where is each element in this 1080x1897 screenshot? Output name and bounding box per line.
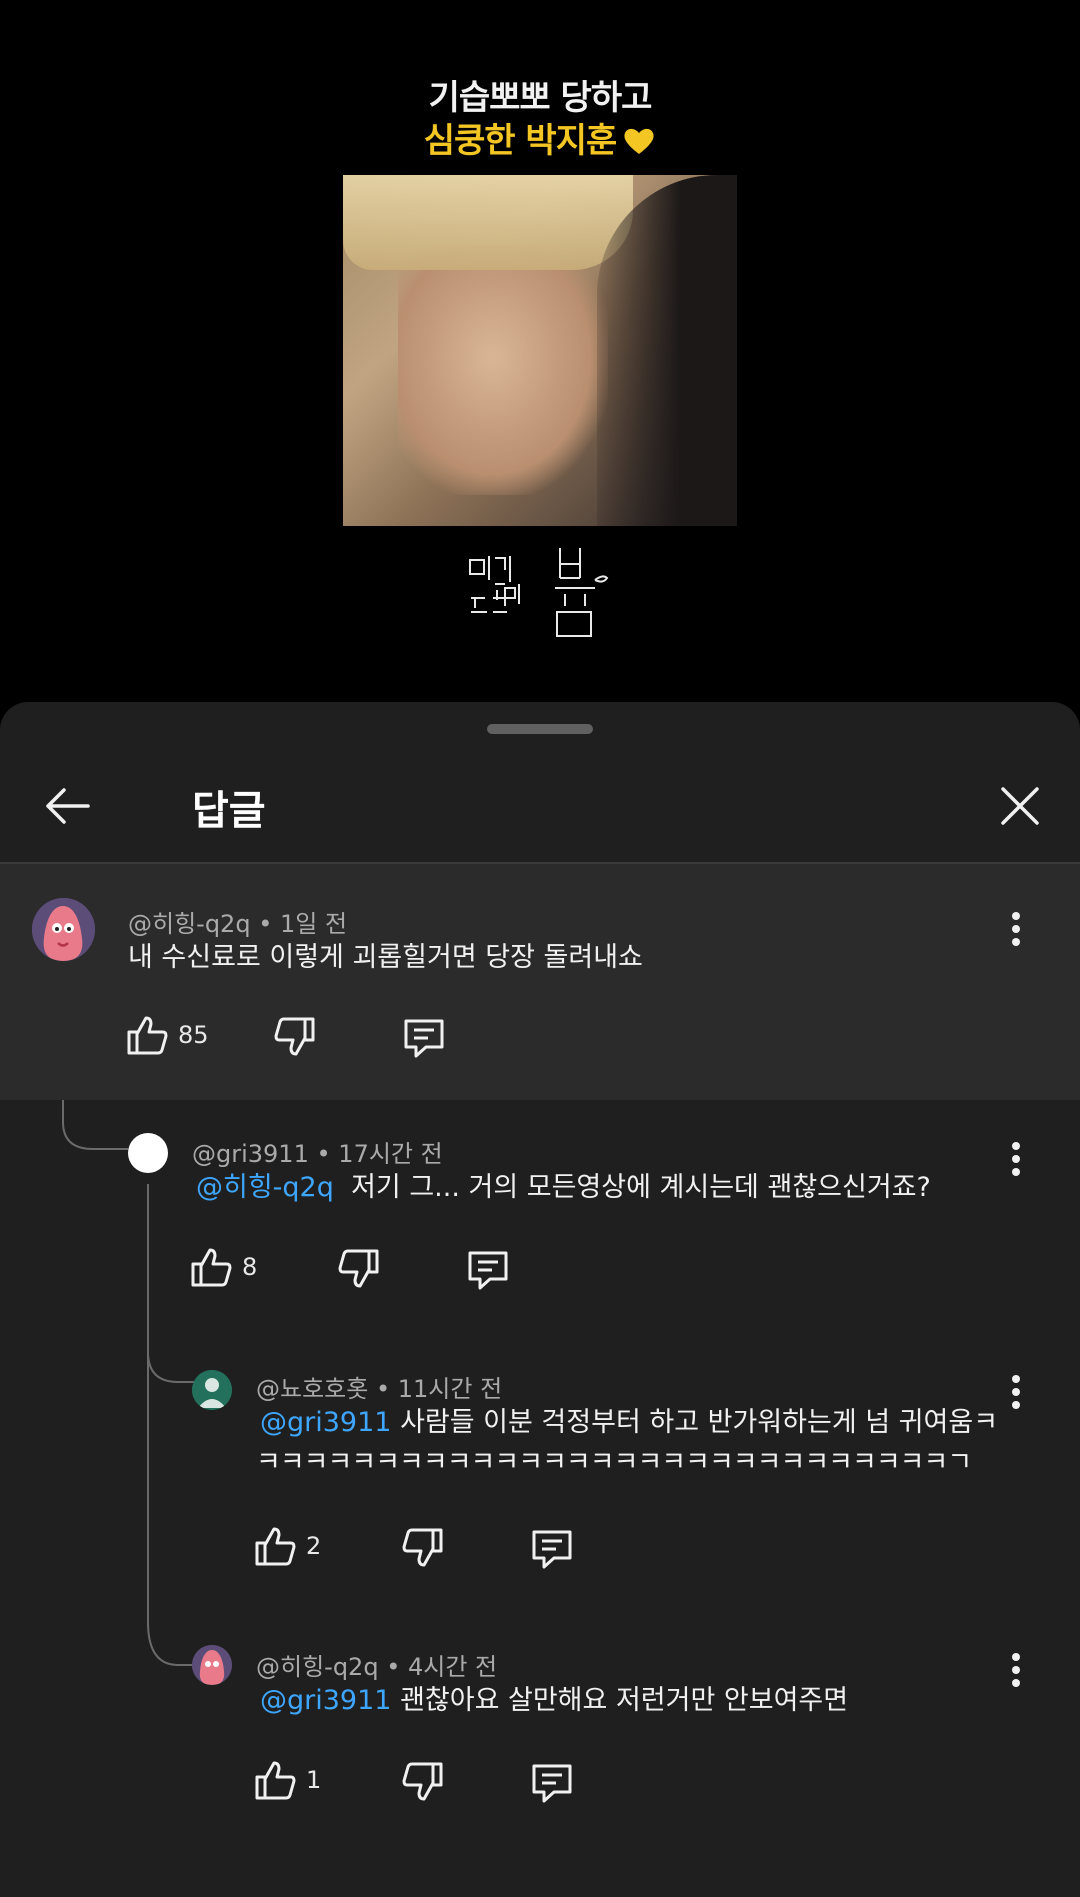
drama-logo — [469, 548, 609, 637]
thumb-up-icon — [255, 1527, 296, 1566]
separator-dot: • — [258, 910, 273, 938]
comment-text: 괜찮아요 살만해요 저런거만 안보여주면 — [400, 1685, 849, 1716]
more-vert-icon — [1012, 1653, 1020, 1687]
like-button[interactable]: 8 — [190, 1246, 257, 1288]
avatar[interactable] — [192, 1645, 232, 1685]
more-vert-icon — [1012, 1142, 1020, 1176]
video-caption-line2: 심쿵한 박지훈 — [0, 113, 1080, 165]
more-options-button[interactable] — [996, 904, 1036, 954]
video-player[interactable]: 기습뽀뽀 당하고 심쿵한 박지훈 — [0, 0, 1080, 700]
video-frame-face — [398, 245, 608, 495]
comment-time: 17시간 전 — [338, 1140, 443, 1168]
separator-dot: • — [386, 1653, 401, 1681]
comment-text-line: @gri3911 사람들 이분 걱정부터 하고 반가워하는게 넘 귀여움ㅋ — [260, 1403, 998, 1443]
thumb-up-icon — [191, 1248, 232, 1287]
dislike-button[interactable] — [402, 1527, 444, 1569]
reply-comment[interactable]: @히힝-q2q • 4시간 전 @gri3911 괜찮아요 살만해요 저런거만 … — [0, 1635, 1080, 1897]
reply-comment[interactable]: @뇨호호홋 • 11시간 전 @gri3911 사람들 이분 걱정부터 하고 반… — [0, 1335, 1080, 1635]
dislike-button[interactable] — [338, 1248, 380, 1290]
reply-button[interactable] — [466, 1248, 510, 1292]
like-count: 1 — [306, 1766, 322, 1794]
more-vert-icon — [1012, 912, 1020, 946]
video-caption-line1: 기습뽀뽀 당하고 — [428, 78, 653, 118]
comment-author-line: @히힝-q2q • 4시간 전 — [256, 1647, 497, 1682]
comment-author[interactable]: @히힝-q2q — [128, 910, 251, 938]
like-button[interactable]: 85 — [126, 1014, 209, 1056]
comment-author[interactable]: @gri3911 — [192, 1140, 309, 1168]
like-button[interactable]: 2 — [254, 1525, 321, 1567]
comment-text: 사람들 이분 걱정부터 하고 반가워하는게 넘 귀여움ㅋ — [400, 1407, 999, 1438]
thumb-down-icon — [274, 1017, 315, 1056]
separator-dot: • — [375, 1375, 391, 1403]
more-options-button[interactable] — [996, 1645, 1036, 1695]
comment-text: 내 수신료로 이렇게 괴롭힐거면 당장 돌려내쇼 — [128, 942, 643, 973]
video-frame-shadow — [597, 175, 737, 526]
comment-author-line: @히힝-q2q • 1일 전 — [128, 904, 347, 939]
comment-author[interactable]: @히힝-q2q — [256, 1653, 379, 1681]
like-button[interactable]: 1 — [254, 1759, 321, 1801]
dislike-button[interactable] — [402, 1761, 444, 1803]
dislike-button[interactable] — [274, 1016, 316, 1058]
avatar[interactable] — [192, 1370, 232, 1410]
reply-icon — [532, 1530, 572, 1569]
comment-author-line: @뇨호호홋 • 11시간 전 — [256, 1369, 502, 1404]
reply-icon — [468, 1251, 508, 1290]
replies-sheet: 답글 @히힝-q2q • 1일 전 내 수신료로 이렇게 괴롭힐거면 당장 돌려… — [0, 702, 1080, 1897]
thumb-down-icon — [338, 1249, 379, 1288]
thumb-up-icon — [127, 1016, 168, 1055]
reply-button[interactable] — [402, 1016, 446, 1060]
more-options-button[interactable] — [996, 1134, 1036, 1184]
mention-link[interactable]: @gri3911 — [260, 1685, 391, 1716]
like-count: 8 — [242, 1253, 258, 1281]
comment-time: 11시간 전 — [397, 1375, 503, 1403]
mention-link[interactable]: @히힝-q2q — [196, 1172, 334, 1203]
more-options-button[interactable] — [996, 1367, 1036, 1417]
reply-comment[interactable]: @gri3911 • 17시간 전 @히힝-q2q 저기 그... 거의 모든영… — [0, 1100, 1080, 1335]
reply-icon — [404, 1019, 444, 1058]
thumb-down-icon — [402, 1762, 443, 1801]
reply-button[interactable] — [530, 1761, 574, 1805]
comment-time: 1일 전 — [280, 910, 348, 938]
comment-text-line: @gri3911 괜찮아요 살만해요 저런거만 안보여주면 — [260, 1681, 848, 1721]
comment-text-line: @히힝-q2q 저기 그... 거의 모든영상에 계시는데 괜찮으신거죠? — [196, 1168, 931, 1208]
comment-text: 저기 그... 거의 모든영상에 계시는데 괜찮으신거죠? — [351, 1172, 931, 1203]
avatar[interactable] — [128, 1133, 168, 1173]
avatar[interactable] — [32, 898, 95, 961]
parent-comment[interactable]: @히힝-q2q • 1일 전 내 수신료로 이렇게 괴롭힐거면 당장 돌려내쇼 … — [0, 864, 1080, 1100]
heart-icon — [622, 125, 656, 165]
mention-link[interactable]: @gri3911 — [260, 1407, 391, 1438]
like-count: 2 — [306, 1532, 322, 1560]
thumb-down-icon — [402, 1528, 443, 1567]
comment-text-continued: ㅋㅋㅋㅋㅋㅋㅋㅋㅋㅋㅋㅋㅋㅋㅋㅋㅋㅋㅋㅋㅋㅋㅋㅋㅋㅋㅋㅋㅋㄱ — [256, 1447, 972, 1478]
thumb-up-icon — [255, 1761, 296, 1800]
reply-icon — [532, 1764, 572, 1803]
separator-dot: • — [316, 1140, 331, 1168]
video-caption-line2-text: 심쿵한 박지훈 — [423, 121, 618, 161]
like-count: 85 — [178, 1021, 209, 1049]
video-frame-hair — [343, 175, 633, 270]
reply-button[interactable] — [530, 1527, 574, 1571]
comment-author[interactable]: @뇨호호홋 — [256, 1375, 368, 1403]
video-frame-image — [343, 175, 737, 526]
comment-author-line: @gri3911 • 17시간 전 — [192, 1134, 443, 1169]
comment-time: 4시간 전 — [408, 1653, 498, 1681]
more-vert-icon — [1012, 1375, 1020, 1409]
